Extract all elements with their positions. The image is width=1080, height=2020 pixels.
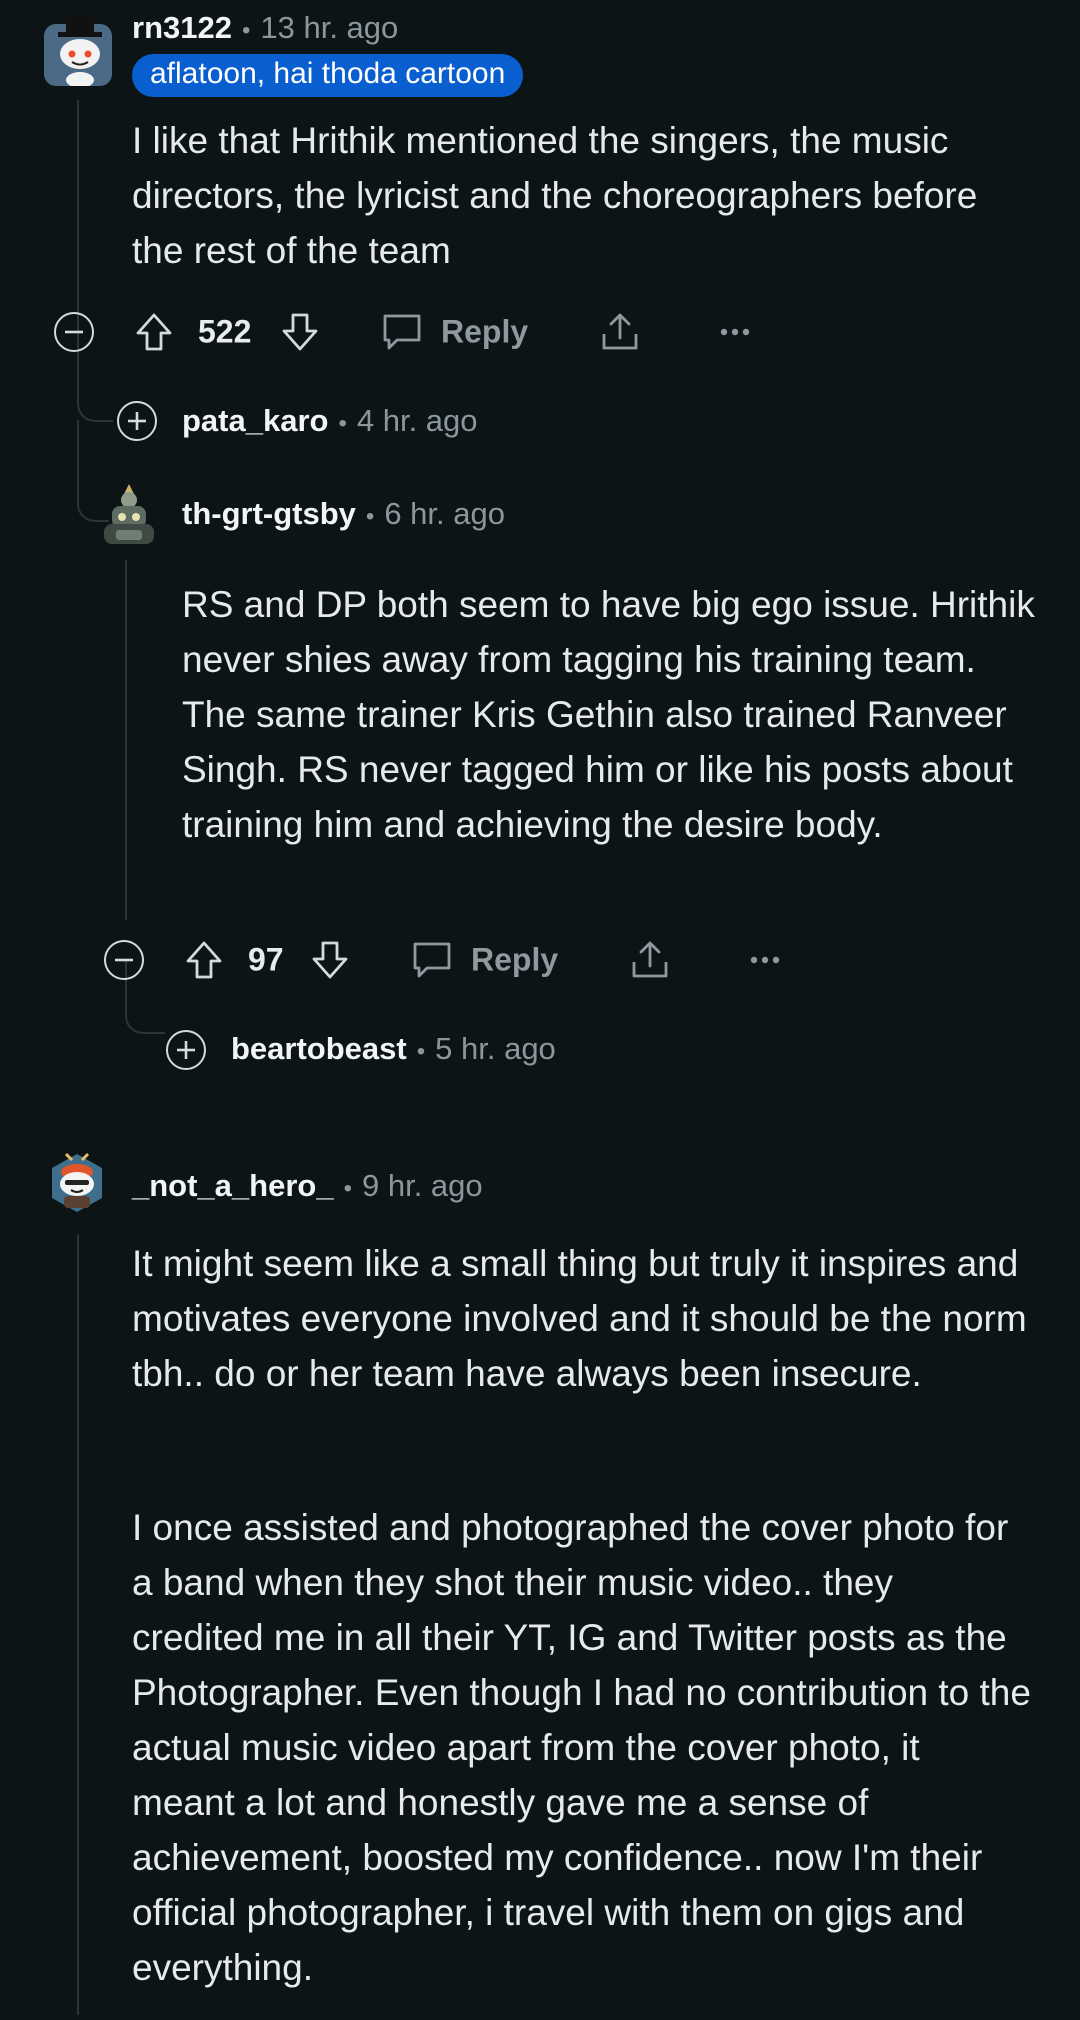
comment-body-paragraph-2: I once assisted and photographed the cov… <box>132 1507 1031 1988</box>
thread-line-rn3122 <box>77 100 79 305</box>
comment-body-paragraph-1: It might seem like a small thing but tru… <box>132 1243 1027 1394</box>
separator-dot: • <box>343 1175 352 1202</box>
minus-icon <box>65 330 83 334</box>
avatar[interactable] <box>44 14 112 86</box>
vote-count: 522 <box>198 313 252 350</box>
timestamp: 4 hr. ago <box>356 403 478 438</box>
comment-actions: 522 Reply <box>52 302 772 362</box>
separator-dot: • <box>416 1038 426 1065</box>
upvote-icon[interactable] <box>132 310 176 354</box>
reply-bubble-icon[interactable] <box>380 311 424 353</box>
reply-button[interactable]: Reply <box>441 314 528 351</box>
separator-dot: • <box>241 17 251 44</box>
more-options-icon[interactable] <box>750 956 780 964</box>
thread-line-th-grt-gtsby <box>125 560 127 920</box>
minus-icon <box>115 958 133 962</box>
comment-meta: pata_karo • 4 hr. ago <box>182 403 478 439</box>
downvote-icon[interactable] <box>308 938 352 982</box>
comment-meta: _not_a_hero_ • 9 hr. ago <box>132 1168 483 1204</box>
upvote-icon[interactable] <box>182 938 226 982</box>
collapse-button[interactable] <box>54 312 94 352</box>
expand-button[interactable] <box>117 401 157 441</box>
timestamp: 13 hr. ago <box>260 10 399 45</box>
username[interactable]: beartobeast <box>231 1031 407 1067</box>
expand-button[interactable] <box>166 1030 206 1070</box>
thread-line-not-a-hero <box>77 1235 79 2015</box>
plus-icon <box>177 1041 195 1059</box>
comment-actions: 97 Reply <box>102 930 802 990</box>
username[interactable]: th-grt-gtsby <box>182 496 356 532</box>
comment-meta: rn3122 • 13 hr. ago <box>132 10 398 46</box>
user-flair: aflatoon, hai thoda cartoon <box>132 54 524 97</box>
separator-dot: • <box>338 410 347 437</box>
snoo-avatar-redhair-icon <box>52 1152 102 1212</box>
comment-body: RS and DP both seem to have big ego issu… <box>182 584 1035 845</box>
snoo-avatar-tophat-icon <box>44 16 112 86</box>
share-icon[interactable] <box>628 938 672 982</box>
comment-meta: th-grt-gtsby • 6 hr. ago <box>182 496 505 532</box>
robot-avatar-icon <box>104 484 154 544</box>
vote-count: 97 <box>248 941 284 978</box>
more-options-icon[interactable] <box>720 328 750 336</box>
downvote-icon[interactable] <box>278 310 322 354</box>
avatar[interactable] <box>98 482 160 546</box>
timestamp: 6 hr. ago <box>384 496 505 531</box>
timestamp: 5 hr. ago <box>435 1031 556 1066</box>
timestamp: 9 hr. ago <box>361 1168 483 1203</box>
collapse-button[interactable] <box>104 940 144 980</box>
username[interactable]: rn3122 <box>132 10 232 46</box>
share-icon[interactable] <box>598 310 642 354</box>
comment-meta: beartobeast • 5 hr. ago <box>231 1031 556 1067</box>
reply-bubble-icon[interactable] <box>410 939 454 981</box>
plus-icon <box>128 412 146 430</box>
avatar[interactable] <box>46 1150 108 1216</box>
reply-button[interactable]: Reply <box>471 942 558 979</box>
username[interactable]: pata_karo <box>182 403 328 439</box>
username[interactable]: _not_a_hero_ <box>132 1168 334 1204</box>
separator-dot: • <box>365 503 375 530</box>
comment-body: I like that Hrithik mentioned the singer… <box>132 120 978 271</box>
